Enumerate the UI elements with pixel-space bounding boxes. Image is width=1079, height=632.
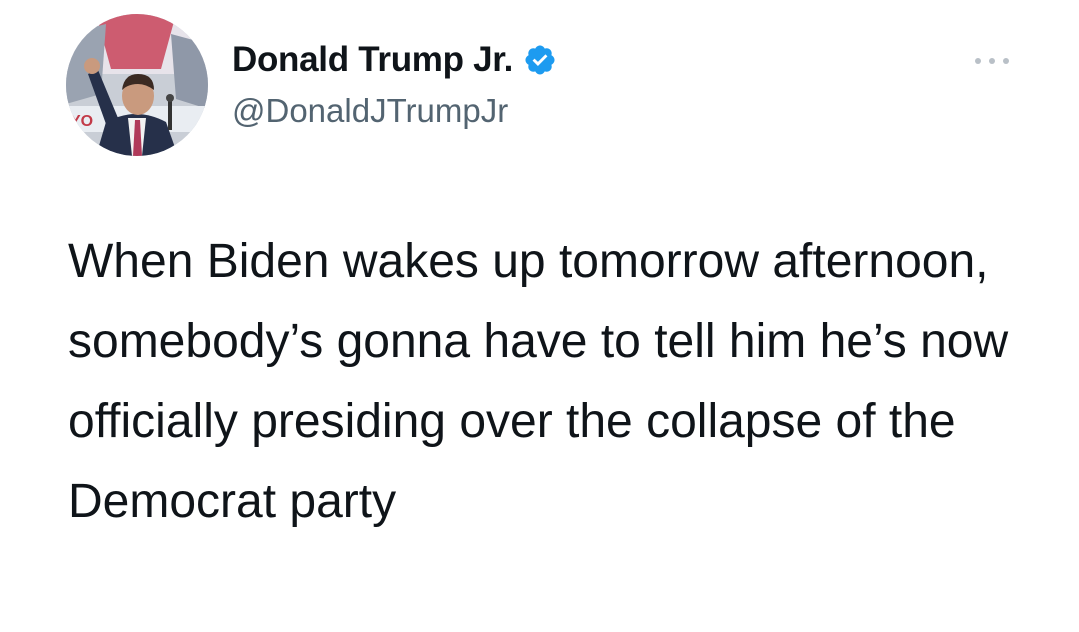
more-dot bbox=[989, 58, 995, 64]
verified-badge-icon bbox=[525, 45, 555, 75]
more-options-icon[interactable] bbox=[975, 56, 1009, 66]
avatar-photo: YO bbox=[66, 14, 208, 156]
avatar-backdrop-text: YO bbox=[70, 113, 93, 130]
more-dot bbox=[975, 58, 981, 64]
author-handle[interactable]: @DonaldJTrumpJr bbox=[232, 92, 508, 130]
avatar[interactable]: YO bbox=[66, 14, 208, 156]
more-dot bbox=[1003, 58, 1009, 64]
tweet-text: When Biden wakes up tomorrow afternoon, … bbox=[68, 235, 1009, 528]
tweet-card: YO Donald Trump Jr. @DonaldJTrumpJr When… bbox=[0, 0, 1079, 632]
author-display-name[interactable]: Donald Trump Jr. bbox=[232, 40, 513, 80]
author-name-row[interactable]: Donald Trump Jr. bbox=[232, 40, 557, 80]
